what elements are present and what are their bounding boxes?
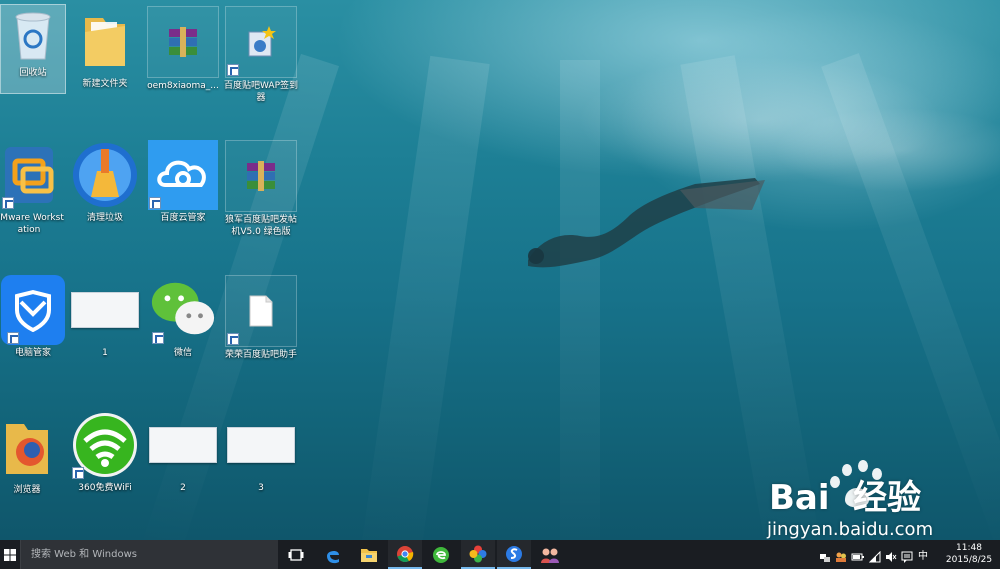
browser-icon-tile[interactable]: 浏览器	[0, 412, 66, 496]
folder-icon	[70, 6, 140, 76]
chrome-taskbar-button[interactable]	[388, 540, 422, 569]
shortcut-arrow-icon	[7, 332, 19, 344]
edge-icon	[327, 550, 339, 563]
icon-label: 新建文件夹	[82, 79, 128, 89]
blank-file-icon	[225, 275, 297, 347]
volume-muted-icon[interactable]	[885, 548, 897, 562]
icon-label: 3	[258, 483, 264, 493]
vmware-icon-tile[interactable]: VMware Workstation	[0, 140, 68, 236]
people-app-icon	[541, 548, 559, 563]
free-wifi-icon-tile[interactable]: 360免费WiFi	[66, 410, 144, 494]
clock[interactable]: 11:48 2015/8/25	[944, 542, 994, 566]
icon-label: 1	[102, 348, 108, 358]
taskbar: 搜索 Web 和 Windows 中 11:48 2015/8/25	[0, 540, 1000, 569]
icon-label: 微信	[173, 348, 192, 358]
shortcut-arrow-icon	[227, 333, 239, 345]
system-tray: 中 11:48 2015/8/25	[815, 540, 1000, 569]
icon-label: 荣荣百度贴吧助手	[224, 350, 297, 360]
sogou-taskbar-button[interactable]	[497, 540, 531, 569]
file-explorer-taskbar-button[interactable]	[352, 540, 386, 569]
wechat-icon-tile[interactable]: 微信	[144, 275, 222, 359]
wifi-signal-icon[interactable]	[868, 548, 881, 563]
360-browser-icon	[433, 546, 449, 563]
shortcut-arrow-icon	[227, 64, 239, 76]
input-method-indicator[interactable]: 中	[918, 547, 928, 562]
edge-taskbar-button[interactable]	[316, 540, 350, 569]
icon-label: 360免费WiFi	[78, 483, 132, 493]
image-1-icon-tile[interactable]: 1	[66, 275, 144, 359]
recycle-bin-icon-tile[interactable]: 回收站	[0, 4, 66, 94]
chrome-icon	[397, 545, 414, 562]
tieba-wap-signin-icon-tile[interactable]: 百度贴吧WAP签到器	[222, 6, 300, 104]
wifi-icon	[70, 410, 140, 480]
tieba-helper-icon-tile[interactable]: 荣荣百度贴吧助手	[222, 275, 300, 361]
action-center-icon[interactable]	[901, 548, 913, 563]
watermark-url: jingyan.baidu.com	[767, 519, 934, 540]
icon-label: oem8xiaoma_...	[147, 81, 219, 91]
icon-label: VMware Workstation	[0, 213, 64, 235]
desktop[interactable]: 回收站 新建文件夹 oem8xiaoma_... 百度贴吧WAP签到器 VMwa…	[0, 0, 1000, 540]
broom-icon	[70, 140, 140, 210]
clock-time: 11:48	[956, 543, 982, 553]
icon-label: 清理垃圾	[86, 213, 123, 223]
shortcut-arrow-icon	[2, 197, 14, 209]
image-thumbnail-icon	[70, 275, 140, 345]
color-app-taskbar-button[interactable]	[461, 540, 495, 569]
sogou-icon	[506, 545, 522, 562]
new-folder-icon-tile[interactable]: 新建文件夹	[66, 6, 144, 90]
firefox-folder-icon	[0, 412, 62, 482]
winrar-icon	[147, 6, 219, 78]
winrar-icon	[225, 140, 297, 212]
icon-label: 回收站	[19, 68, 47, 78]
image-thumbnail-icon	[148, 410, 218, 480]
start-button[interactable]	[0, 540, 20, 569]
icon-label: 电脑管家	[14, 348, 51, 358]
setup-icon	[225, 6, 297, 78]
search-box[interactable]: 搜索 Web 和 Windows	[20, 540, 278, 569]
tencent-shield-icon	[1, 275, 65, 345]
360-browser-taskbar-button[interactable]	[424, 540, 458, 569]
tieba-post-bot-icon-tile[interactable]: 狼军百度贴吧发帖机V5.0 绿色版	[222, 140, 300, 238]
recycle-bin-icon	[5, 5, 61, 65]
wechat-icon	[148, 275, 218, 345]
diver-silhouette	[528, 178, 765, 268]
image-3-icon-tile[interactable]: 3	[222, 410, 300, 494]
oem-archive-icon-tile[interactable]: oem8xiaoma_...	[144, 6, 222, 92]
color-app-icon	[469, 545, 487, 562]
network-share-icon[interactable]	[819, 548, 831, 562]
file-explorer-icon	[361, 548, 377, 562]
icon-label: 浏览器	[13, 485, 41, 495]
baidu-cloud-icon	[148, 140, 218, 210]
icon-label: 百度云管家	[160, 213, 206, 223]
shortcut-arrow-icon	[149, 197, 161, 209]
task-view-icon	[288, 548, 304, 561]
task-view-button[interactable]	[279, 540, 313, 569]
pc-manager-icon-tile[interactable]: 电脑管家	[0, 275, 72, 359]
battery-icon[interactable]	[851, 548, 864, 561]
baidu-cloud-icon-tile[interactable]: 百度云管家	[144, 140, 222, 224]
image-2-icon-tile[interactable]: 2	[144, 410, 222, 494]
shortcut-arrow-icon	[72, 467, 84, 479]
people-app-taskbar-button[interactable]	[533, 540, 567, 569]
watermark-brand: Bai 经验	[769, 478, 922, 518]
image-thumbnail-icon	[226, 410, 296, 480]
windows-logo-icon	[4, 548, 16, 561]
vmware-icon	[0, 140, 64, 210]
icon-label: 2	[180, 483, 186, 493]
clean-junk-icon-tile[interactable]: 清理垃圾	[66, 140, 144, 224]
people-tray-icon[interactable]	[835, 548, 847, 562]
baidu-jingyan-watermark: Bai 经验 jingyan.baidu.com	[765, 460, 995, 540]
icon-label: 百度贴吧WAP签到器	[224, 81, 298, 103]
shortcut-arrow-icon	[152, 332, 164, 344]
icon-label: 狼军百度贴吧发帖机V5.0 绿色版	[224, 215, 297, 237]
clock-date: 2015/8/25	[945, 555, 993, 565]
